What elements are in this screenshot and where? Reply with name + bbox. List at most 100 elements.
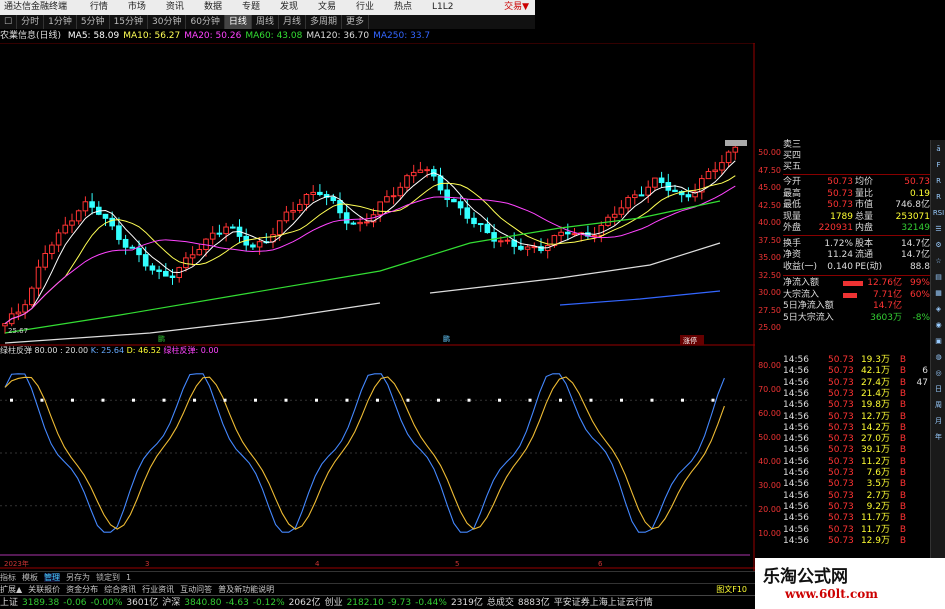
tick-price: 50.73 <box>828 501 854 512</box>
sidebar-tool-icon[interactable]: ◈ <box>932 302 945 316</box>
indicator-tab[interactable]: 锁定到 <box>96 573 120 582</box>
menu-item[interactable]: 数据 <box>204 0 222 15</box>
toolbar-icon[interactable]: ☐ <box>0 15 18 29</box>
extension-link[interactable]: 资金分布 <box>66 585 98 594</box>
f10-link[interactable]: 图文F10 <box>716 584 747 595</box>
period-tab[interactable]: 月线 <box>279 15 306 29</box>
quote-row: 外盘 220931 内盘 32149 <box>783 223 930 234</box>
sidebar-tool-icon[interactable]: ◍ <box>932 350 945 364</box>
menu-item[interactable]: L1L2 <box>432 0 453 15</box>
menu-item[interactable]: 文易 <box>318 0 336 15</box>
sidebar-tool-icon[interactable]: ▦ <box>932 286 945 300</box>
indicator-tab[interactable]: 指标 <box>0 573 16 582</box>
candle-body <box>618 207 625 215</box>
period-tab[interactable]: 15分钟 <box>110 15 149 29</box>
tick-side: B <box>899 377 906 388</box>
tick-row: 14:56 50.73 12.7万 B <box>783 412 930 423</box>
tick-price: 50.73 <box>828 535 854 546</box>
tick-price: 50.73 <box>828 434 854 445</box>
candle-body <box>424 169 430 172</box>
right-toolbar: ā F R R RSI ☰ ⚙ ☆ ▤ ▦ ◈ ◉ ▣ ◍ ◎ 日周月年 <box>930 140 945 595</box>
period-tab[interactable]: 周线 <box>252 15 279 29</box>
extension-link[interactable]: 关联报价 <box>28 585 60 594</box>
period-tab[interactable]: 60分钟 <box>186 15 225 29</box>
extension-link[interactable]: 普及新功能说明 <box>218 585 274 594</box>
sidebar-tool-icon[interactable]: R <box>932 174 945 188</box>
menu-item[interactable]: 资讯 <box>166 0 184 15</box>
period-tab[interactable]: 更多 <box>342 15 369 29</box>
period-tab[interactable]: 1分钟 <box>44 15 77 29</box>
sidebar-tool-icon[interactable]: 年 <box>932 430 945 444</box>
menu-item[interactable]: 行业 <box>356 0 374 15</box>
sidebar-tool-icon[interactable]: F <box>932 158 945 172</box>
flow-bar <box>843 281 863 286</box>
sidebar-tool-icon[interactable]: ⚙ <box>932 238 945 252</box>
period-tab[interactable]: 30分钟 <box>148 15 187 29</box>
tick-row: 14:56 50.73 21.4万 B <box>783 389 930 400</box>
tick-time: 14:56 <box>783 456 809 467</box>
candle-body <box>69 220 75 226</box>
sidebar-tool-icon[interactable]: R <box>932 190 945 204</box>
candle-body <box>250 244 256 248</box>
period-tab[interactable]: 5分钟 <box>77 15 110 29</box>
sidebar-tool-icon[interactable]: ◎ <box>932 366 945 380</box>
indicator-tab[interactable]: 模板 <box>22 573 38 582</box>
index-volume: 3601亿 <box>126 598 159 608</box>
menu-item[interactable]: 专题 <box>242 0 260 15</box>
overbought-dot <box>711 398 715 402</box>
menu-item[interactable]: 热点 <box>394 0 412 15</box>
tick-price: 50.73 <box>828 445 854 456</box>
index-name[interactable]: 沪深 <box>162 598 180 608</box>
extension-link[interactable]: 综合资讯 <box>104 585 136 594</box>
tick-volume: 21.4万 <box>860 388 890 399</box>
sidebar-tool-icon[interactable]: 月 <box>932 414 945 428</box>
index-name[interactable]: 上证 <box>0 598 18 608</box>
sidebar-tool-icon[interactable]: 周 <box>932 398 945 412</box>
menu-item[interactable]: 发现 <box>280 0 298 15</box>
candle-body <box>256 241 263 248</box>
kline-chart[interactable]: 25.67 鹏 鹏 涨停 2023年 3 4 5 6 <box>0 43 755 571</box>
tick-time: 14:56 <box>783 411 809 422</box>
period-tab[interactable]: 日线 <box>224 15 252 29</box>
sidebar-tool-icon[interactable]: ☆ <box>932 254 945 268</box>
menu-item[interactable]: 行情 <box>90 0 108 15</box>
period-tab[interactable]: 多周期 <box>306 15 342 29</box>
indicator-tab[interactable]: 另存为 <box>66 573 90 582</box>
menu-item[interactable]: 市场 <box>128 0 146 15</box>
sidebar-tool-icon[interactable]: RSI <box>932 206 945 220</box>
indicator-name[interactable]: 绿柱反弹 <box>0 346 32 355</box>
candle-body <box>350 222 357 225</box>
candle-body <box>410 171 417 177</box>
tick-row: 14:56 50.73 11.7万 B <box>783 513 930 524</box>
sidebar-tool-icon[interactable]: ā <box>932 142 945 156</box>
sidebar-tool-icon[interactable]: ▣ <box>932 334 945 348</box>
candle-body <box>491 232 497 242</box>
period-tab[interactable]: 分时 <box>17 15 45 29</box>
indicator-tab[interactable]: 管理 <box>44 573 60 582</box>
candle-body <box>712 169 719 173</box>
index-name[interactable]: 创业 <box>325 598 343 608</box>
trade-menu[interactable]: 交易▼ <box>504 0 529 15</box>
sidebar-tool-icon[interactable]: ◉ <box>932 318 945 332</box>
quote-value: 50.73 <box>827 200 853 210</box>
order-book-label: 卖三 <box>783 140 802 150</box>
candle-body <box>189 254 196 259</box>
price-tick: 47.50 <box>758 165 781 175</box>
candle-body <box>417 169 424 173</box>
candle-body <box>310 191 316 195</box>
candle-body <box>732 146 739 153</box>
sidebar-tool-icon[interactable]: 日 <box>932 382 945 396</box>
sidebar-tool-icon[interactable]: ▤ <box>932 270 945 284</box>
tick-volume: 14.2万 <box>860 422 890 433</box>
sidebar-tool-icon[interactable]: ☰ <box>932 222 945 236</box>
broker-name: 平安证券上海上证云行情 <box>553 598 653 608</box>
quote-label: 最高 <box>783 188 802 199</box>
index-value: 3189.38 <box>22 598 60 608</box>
ma-label: MA60: 43.08 <box>245 31 303 41</box>
indicator-tab[interactable]: 1 <box>126 573 131 582</box>
extension-link[interactable]: 行业资讯 <box>142 585 174 594</box>
quote-label: 量比 <box>855 188 874 199</box>
extension-link[interactable]: 扩展▲ <box>0 585 22 594</box>
tick-volume: 2.7万 <box>866 490 890 501</box>
extension-link[interactable]: 互动问答 <box>180 585 212 594</box>
